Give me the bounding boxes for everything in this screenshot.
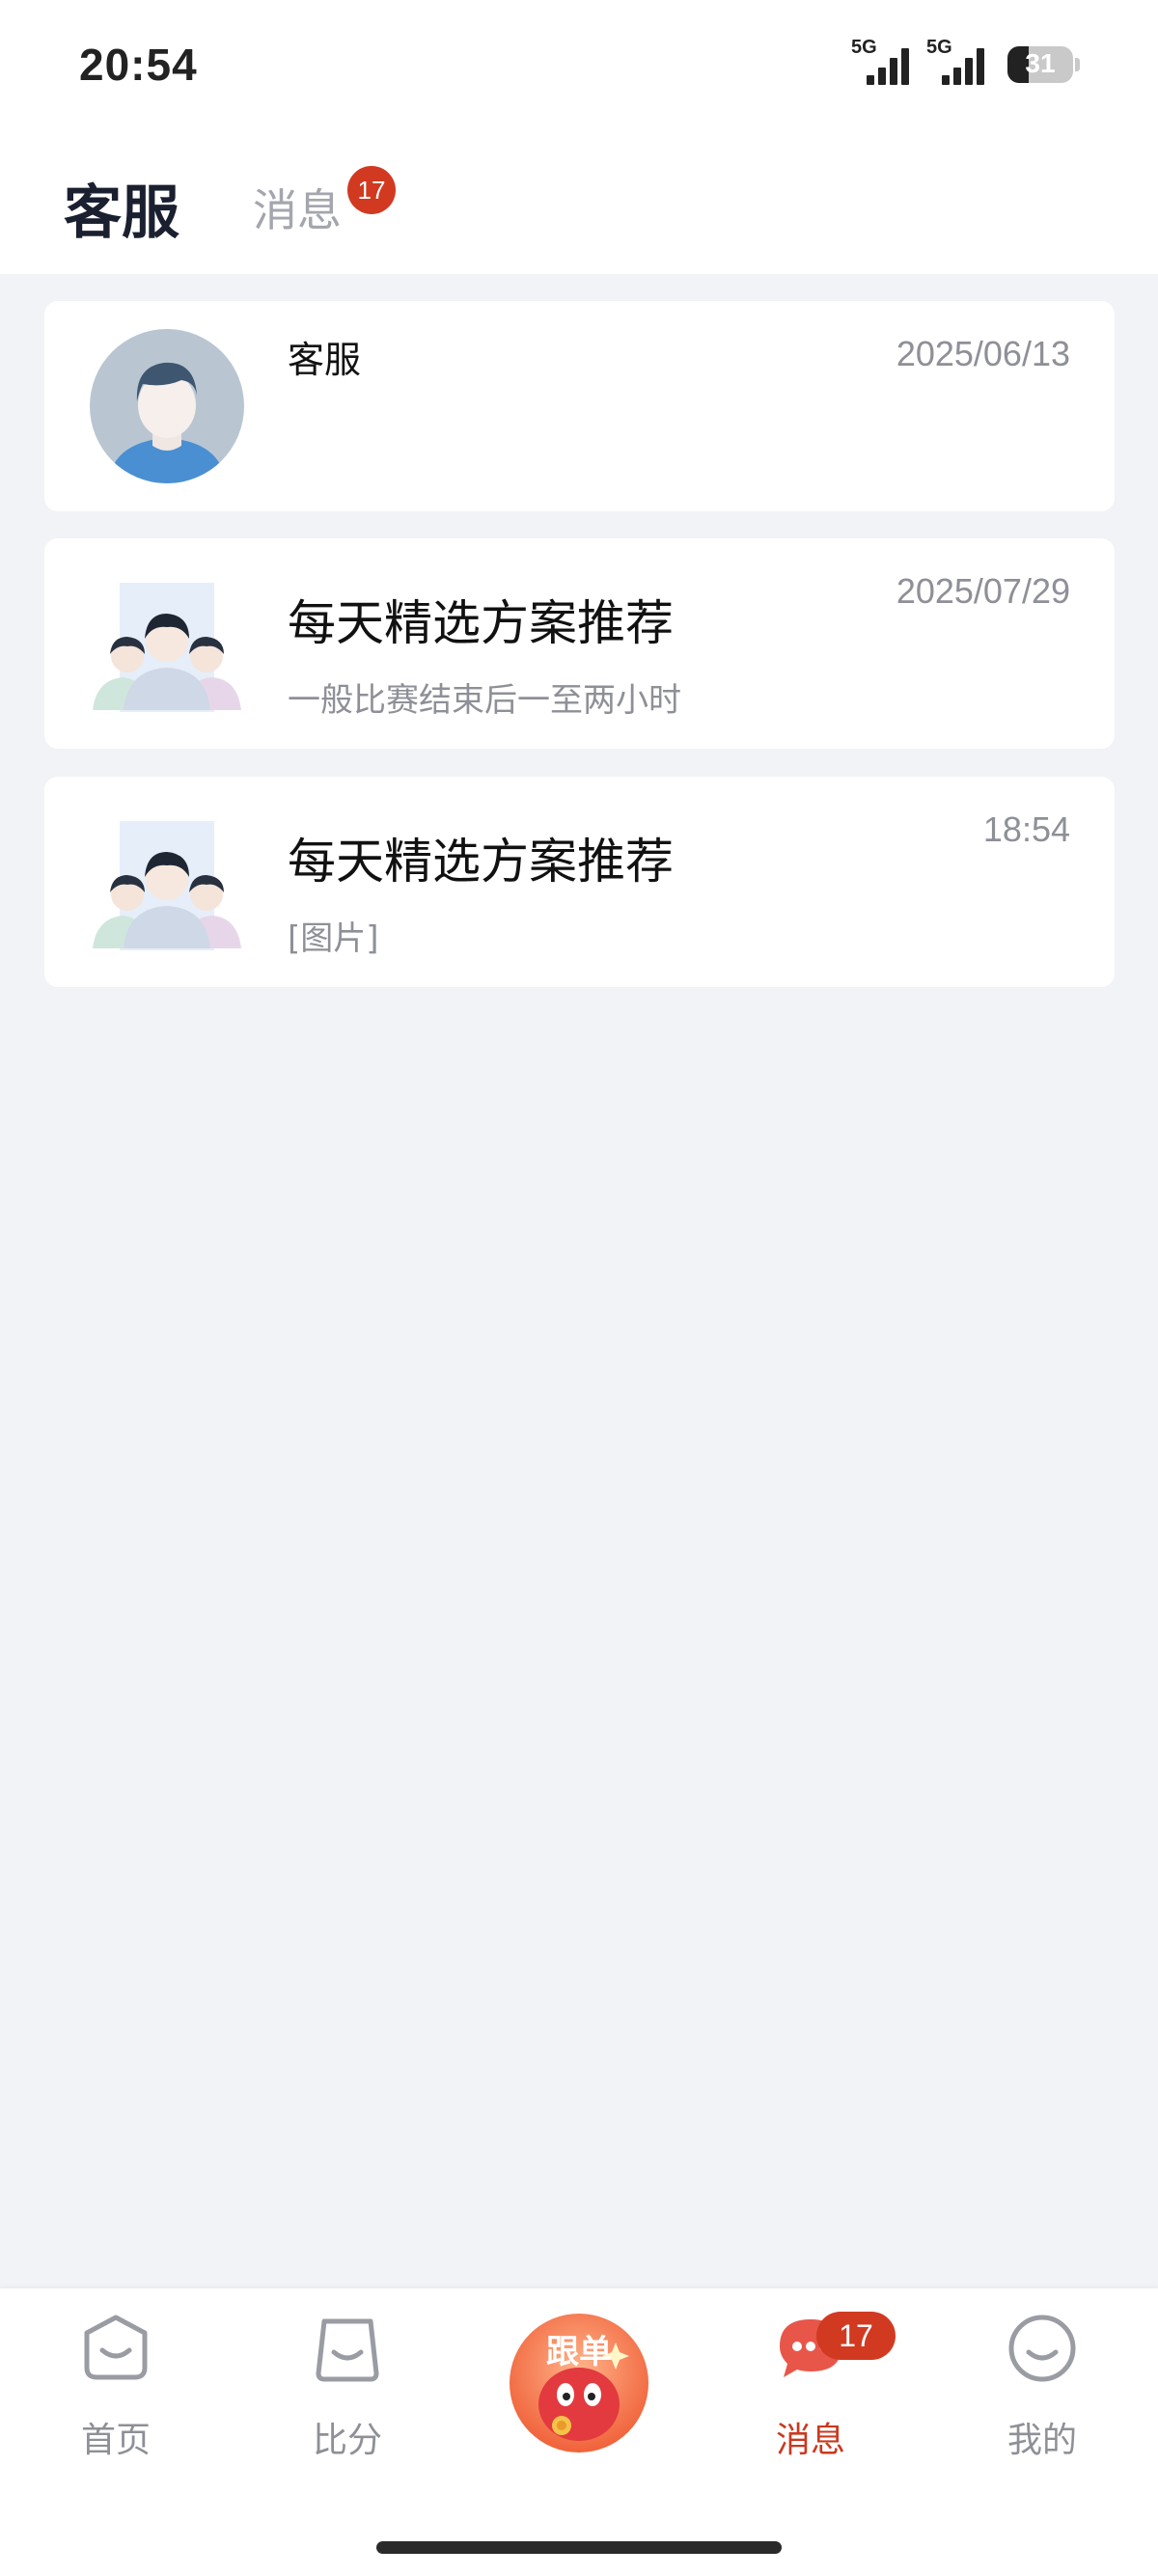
nav-score[interactable]: 比分 <box>270 2312 425 2460</box>
nav-home-label: 首页 <box>80 2421 151 2460</box>
battery-icon: 31 <box>1007 46 1073 83</box>
tab-customer-service[interactable]: 客服 <box>64 166 179 250</box>
unread-badge: 17 <box>347 166 396 214</box>
nav-profile[interactable]: 我的 <box>965 2312 1119 2460</box>
conversation-title: 每天精选方案推荐 <box>288 595 674 651</box>
status-bar: 20:54 5G 5G 31 <box>0 0 1158 135</box>
conversation-time: 2025/06/13 <box>896 334 1070 373</box>
conversation-title: 每天精选方案推荐 <box>288 834 674 890</box>
nav-messages-label: 消息 <box>775 2421 845 2460</box>
tab-header: 客服 消息 17 <box>0 135 1158 274</box>
conversation-preview: 一般比赛结束后一至两小时 <box>288 681 681 720</box>
nav-score-label: 比分 <box>312 2421 382 2460</box>
profile-face-icon <box>1008 2315 1076 2382</box>
score-bag-icon <box>316 2318 379 2382</box>
nav-home[interactable]: 首页 <box>39 2312 193 2460</box>
conversation-item[interactable]: 客服 2025/06/13 <box>44 301 1115 511</box>
conversation-item[interactable]: 每天精选方案推荐 [图片] 18:54 <box>44 777 1115 987</box>
conversation-item[interactable]: 每天精选方案推荐 一般比赛结束后一至两小时 2025/07/29 <box>44 538 1115 749</box>
home-indicator <box>376 2541 782 2554</box>
conversation-title: 客服 <box>288 339 362 381</box>
conversation-preview: [图片] <box>288 919 379 958</box>
group-avatar-icon <box>93 821 241 950</box>
person-avatar-icon <box>90 329 244 483</box>
home-face-icon <box>84 2315 148 2380</box>
status-time: 20:54 <box>79 40 198 90</box>
conversation-time: 18:54 <box>982 809 1070 849</box>
signal-icon: 5G <box>851 37 928 87</box>
tab-messages[interactable]: 消息 <box>253 176 342 239</box>
conversation-time: 2025/07/29 <box>896 571 1070 611</box>
message-badge: 17 <box>816 2312 896 2360</box>
nav-follow-label: 跟单 <box>546 2333 612 2371</box>
group-avatar-icon <box>93 583 241 712</box>
signal-icon: 5G <box>926 37 1004 87</box>
battery-tip <box>1075 58 1080 71</box>
bottom-nav: 首页 比分 跟单 消息 17 我的 <box>0 2288 1158 2576</box>
nav-profile-label: 我的 <box>1006 2421 1077 2460</box>
